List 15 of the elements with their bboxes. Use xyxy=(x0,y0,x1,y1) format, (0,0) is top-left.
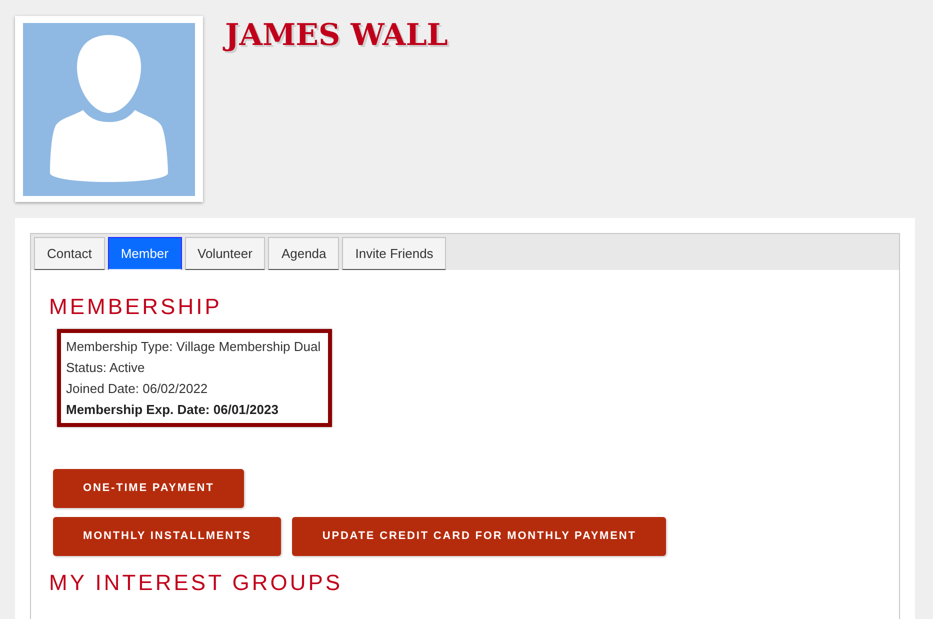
tab[interactable]: Agenda xyxy=(268,237,340,270)
section-heading: MEMBERSHIP xyxy=(49,294,222,320)
tab[interactable]: Contact xyxy=(34,237,105,270)
detail-text: Status: Active xyxy=(66,359,146,377)
tab[interactable]: Invite Friends xyxy=(342,237,446,270)
detail-text: Membership Type: Village Membership Dual xyxy=(66,338,321,356)
payment-button[interactable]: MONTHLY INSTALLMENTS xyxy=(53,517,282,556)
tab[interactable]: Member xyxy=(108,237,182,270)
payment-button[interactable]: UPDATE CREDIT CARD FOR MONTHLY PAYMENT xyxy=(292,517,666,556)
detail-text: Joined Date: 06/02/2022 xyxy=(66,380,209,398)
member-name: JAMES WALL xyxy=(225,18,448,54)
payment-button[interactable]: ONE-TIME PAYMENT xyxy=(53,469,244,508)
tab[interactable]: Volunteer xyxy=(184,237,266,270)
section-heading: MY INTEREST GROUPS xyxy=(49,570,343,596)
detail-text: Membership Exp. Date: 06/01/2023 xyxy=(66,401,280,419)
